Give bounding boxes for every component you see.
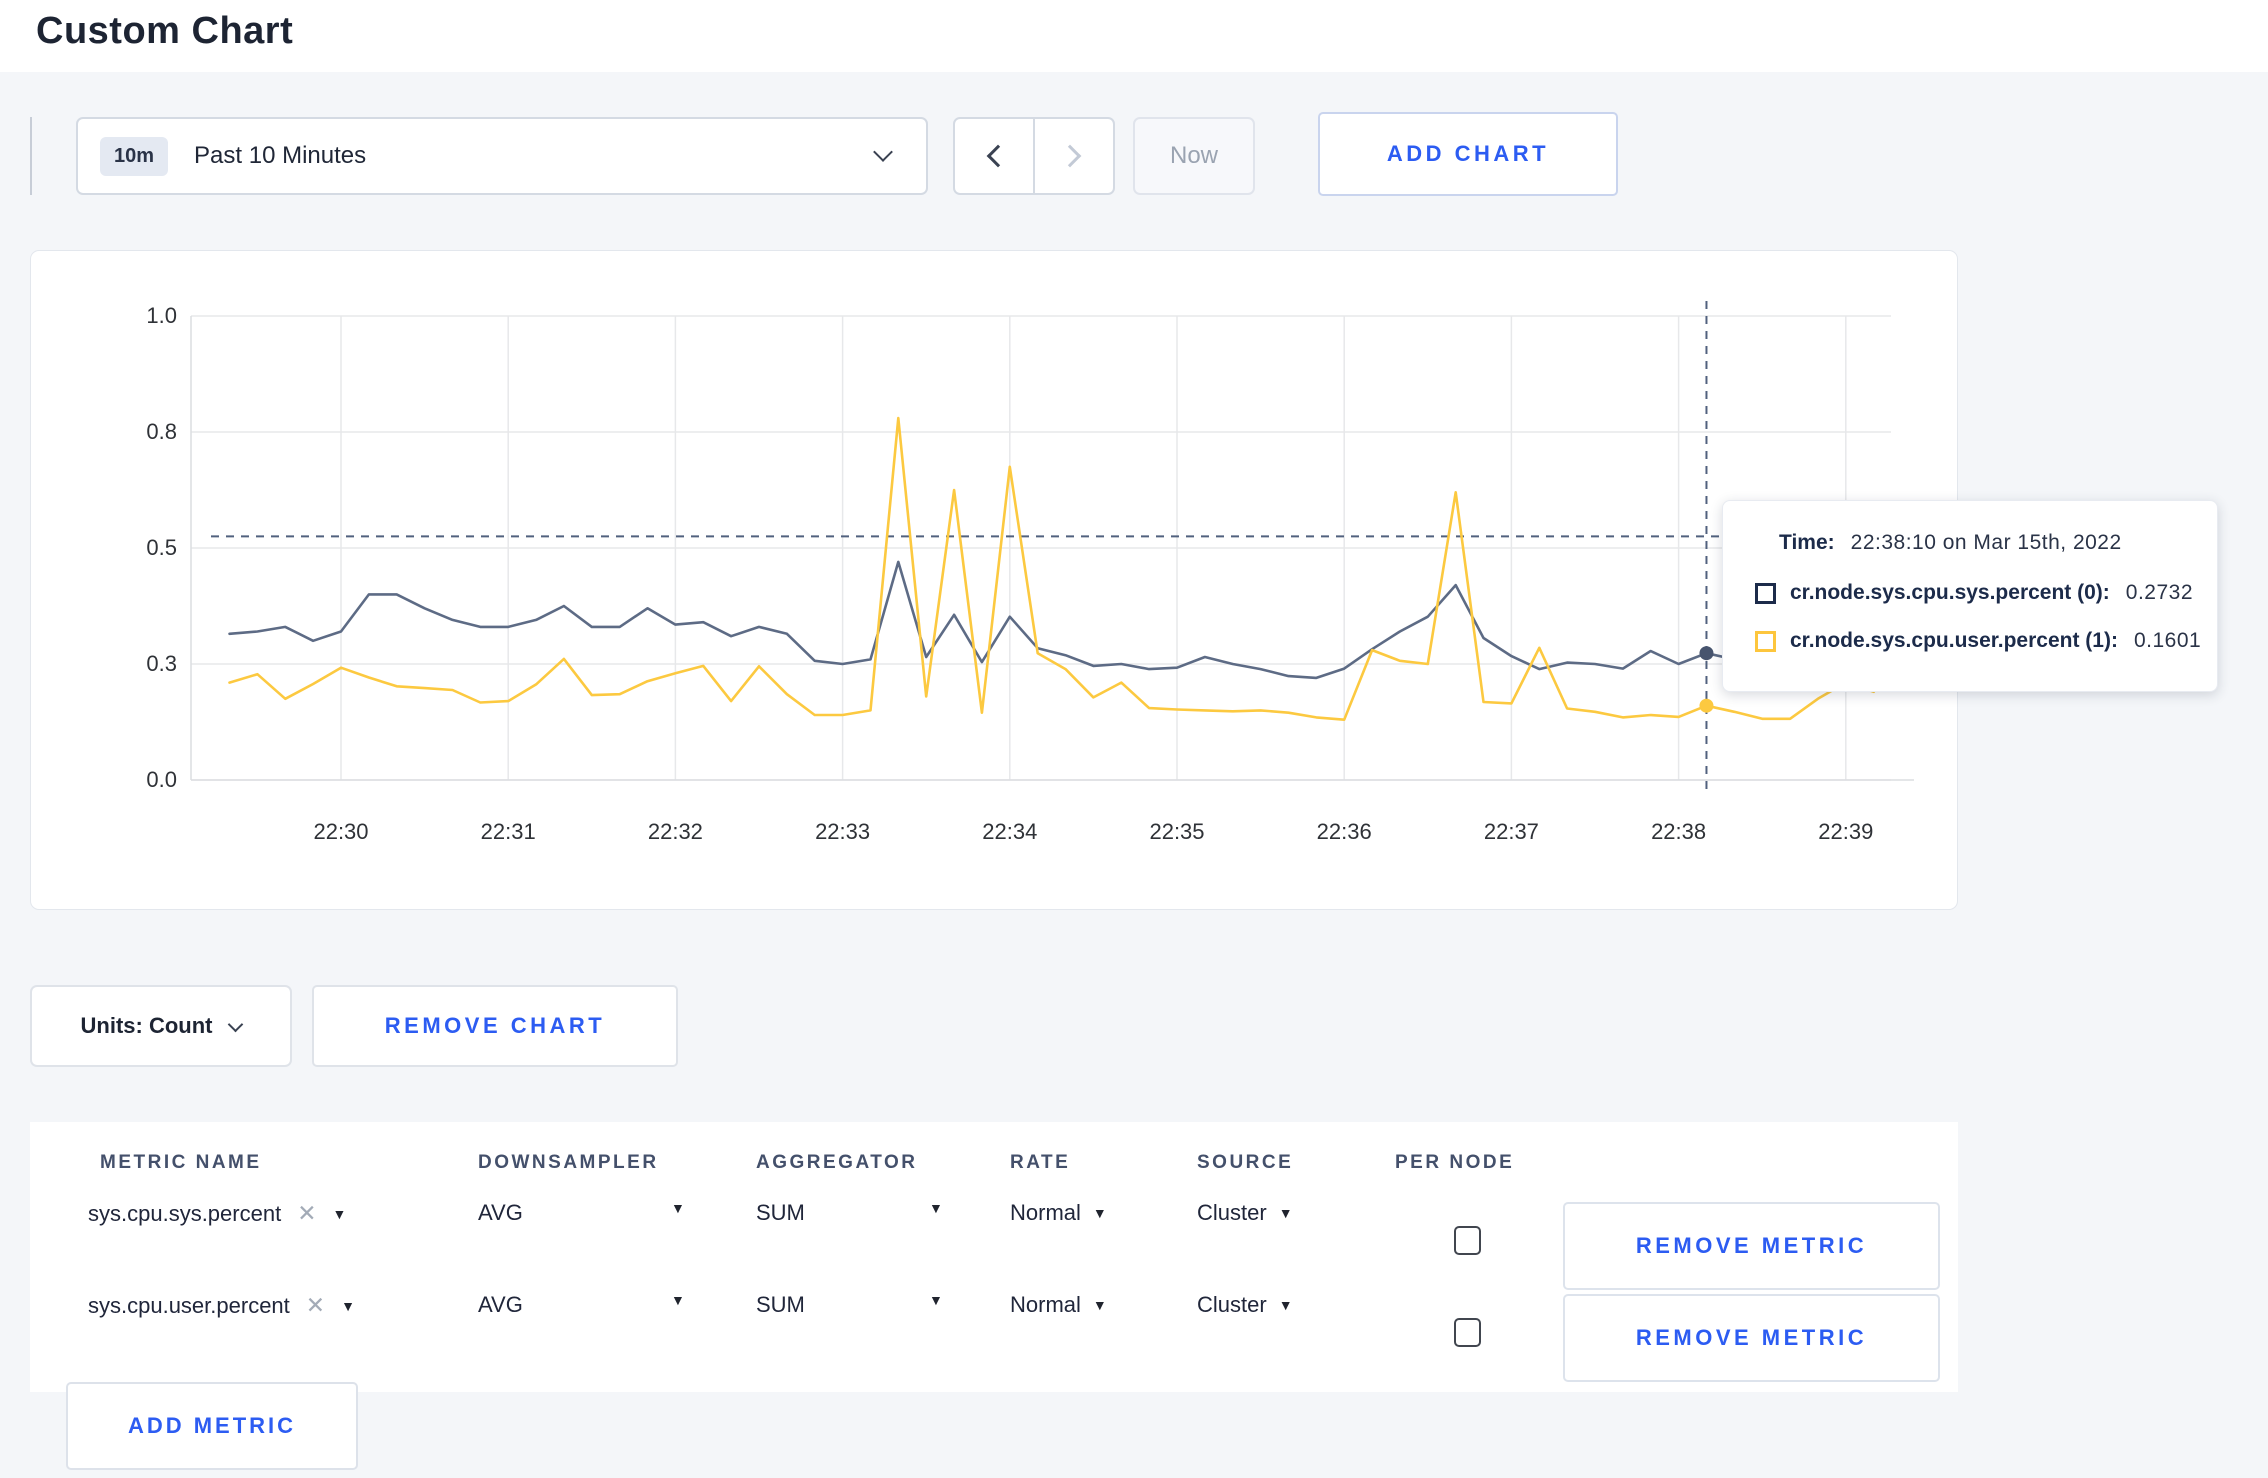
- prev-range-button[interactable]: [955, 119, 1033, 193]
- series-swatch-sys-icon: [1755, 582, 1776, 604]
- toolbar-divider: [30, 117, 32, 195]
- remove-chart-button[interactable]: REMOVE CHART: [312, 985, 678, 1067]
- crosshair-dot-sys: [1699, 646, 1714, 661]
- y-axis-tick-label: 0.5: [146, 535, 177, 560]
- dropdown-caret-icon: ▼: [1092, 1205, 1107, 1221]
- remove-metric-button[interactable]: REMOVE METRIC: [1563, 1294, 1940, 1382]
- x-axis-tick-label: 22:39: [1818, 819, 1873, 844]
- aggregator-caret-icon[interactable]: ▼: [929, 1292, 943, 1308]
- downsampler-caret-icon[interactable]: ▼: [671, 1292, 685, 1308]
- metric-name-value: sys.cpu.sys.percent: [88, 1200, 282, 1226]
- y-axis-tick-label: 0.3: [146, 651, 177, 676]
- y-axis-tick-label: 0.8: [146, 419, 177, 444]
- metrics-table: METRIC NAME DOWNSAMPLER AGGREGATOR RATE …: [30, 1122, 1958, 1392]
- x-axis-tick-label: 22:35: [1149, 819, 1204, 844]
- x-axis-tick-label: 22:30: [313, 819, 368, 844]
- series-swatch-user-icon: [1755, 630, 1776, 652]
- x-axis-tick-label: 22:34: [982, 819, 1037, 844]
- per-node-checkbox[interactable]: [1454, 1226, 1481, 1255]
- downsampler-caret-icon[interactable]: ▼: [671, 1200, 685, 1216]
- tooltip-time-value: 22:38:10 on Mar 15th, 2022: [1850, 531, 2122, 554]
- add-chart-button[interactable]: ADD CHART: [1318, 112, 1618, 196]
- tooltip-series-user-label: cr.node.sys.cpu.user.percent (1):: [1790, 629, 2118, 652]
- chevron-down-icon: [873, 142, 893, 162]
- rate-dropdown[interactable]: Normal ▼: [1010, 1292, 1107, 1318]
- aggregator-value[interactable]: SUM: [756, 1292, 805, 1318]
- col-header-source: SOURCE: [1197, 1152, 1294, 1173]
- chevron-down-icon: [228, 1016, 244, 1032]
- x-axis-tick-label: 22:37: [1484, 819, 1539, 844]
- series-line-user: [228, 416, 1875, 722]
- tooltip-time-label: Time:: [1779, 531, 1835, 554]
- remove-metric-button[interactable]: REMOVE METRIC: [1563, 1202, 1940, 1290]
- add-metric-button[interactable]: ADD METRIC: [66, 1382, 358, 1470]
- downsampler-value[interactable]: AVG: [478, 1200, 523, 1226]
- col-header-per-node: PER NODE: [1395, 1152, 1515, 1173]
- tooltip-series-sys-value: 0.2732: [2125, 581, 2194, 604]
- x-axis-tick-label: 22:38: [1651, 819, 1706, 844]
- metrics-line-chart[interactable]: 22:30 22:31 22:32 22:33 22:34 22:35 22:36 22:37…: [31, 251, 1959, 911]
- source-value: Cluster: [1197, 1292, 1267, 1317]
- header-strip: [0, 0, 2268, 72]
- now-button[interactable]: Now: [1133, 117, 1255, 195]
- chart-card: 22:30 22:31 22:32 22:33 22:34 22:35 22:36 22:37…: [30, 250, 1958, 910]
- dropdown-caret-icon: ▼: [1278, 1205, 1293, 1221]
- page-title: Custom Chart: [36, 10, 294, 52]
- metric-name-value: sys.cpu.user.percent: [88, 1292, 290, 1318]
- rate-value: Normal: [1010, 1200, 1081, 1225]
- rate-dropdown[interactable]: Normal ▼: [1010, 1200, 1107, 1226]
- source-value: Cluster: [1197, 1200, 1267, 1225]
- y-axis-tick-label: 0.0: [146, 767, 177, 792]
- col-header-aggregator: AGGREGATOR: [756, 1152, 918, 1173]
- dropdown-caret-icon[interactable]: ▼: [341, 1298, 355, 1314]
- table-row: sys.cpu.user.percent ✕ ▼ AVG ▼ SUM ▼ Nor…: [30, 1292, 1958, 1384]
- clear-metric-icon[interactable]: ✕: [297, 1200, 316, 1227]
- time-nav-group: [953, 117, 1115, 195]
- x-axis-tick-label: 22:32: [648, 819, 703, 844]
- chevron-right-icon: [1058, 144, 1082, 168]
- rate-value: Normal: [1010, 1292, 1081, 1317]
- chevron-left-icon: [986, 144, 1010, 168]
- col-header-downsampler: DOWNSAMPLER: [478, 1152, 659, 1173]
- dropdown-caret-icon[interactable]: ▼: [332, 1206, 346, 1222]
- table-row: sys.cpu.sys.percent ✕ ▼ AVG ▼ SUM ▼ Norm…: [30, 1200, 1958, 1292]
- source-dropdown[interactable]: Cluster ▼: [1197, 1200, 1293, 1226]
- downsampler-value[interactable]: AVG: [478, 1292, 523, 1318]
- crosshair-dot-user: [1699, 698, 1714, 713]
- col-header-rate: RATE: [1010, 1152, 1071, 1173]
- x-axis-tick-label: 22:36: [1317, 819, 1372, 844]
- aggregator-caret-icon[interactable]: ▼: [929, 1200, 943, 1216]
- dropdown-caret-icon: ▼: [1278, 1297, 1293, 1313]
- x-axis-tick-label: 22:31: [481, 819, 536, 844]
- time-range-label: Past 10 Minutes: [194, 142, 367, 169]
- metric-name-dropdown[interactable]: sys.cpu.user.percent ✕ ▼: [88, 1292, 355, 1319]
- aggregator-value[interactable]: SUM: [756, 1200, 805, 1226]
- tooltip-series-sys-label: cr.node.sys.cpu.sys.percent (0):: [1790, 581, 2110, 604]
- time-range-badge: 10m: [100, 136, 169, 176]
- chart-tooltip: Time: 22:38:10 on Mar 15th, 2022 cr.node…: [1722, 500, 2218, 692]
- col-header-metric-name: METRIC NAME: [100, 1152, 262, 1173]
- source-dropdown[interactable]: Cluster ▼: [1197, 1292, 1293, 1318]
- metric-name-dropdown[interactable]: sys.cpu.sys.percent ✕ ▼: [88, 1200, 346, 1227]
- units-select[interactable]: Units: Count: [30, 985, 292, 1067]
- dropdown-caret-icon: ▼: [1092, 1297, 1107, 1313]
- y-axis-tick-label: 1.0: [146, 303, 177, 328]
- clear-metric-icon[interactable]: ✕: [306, 1292, 325, 1319]
- next-range-button[interactable]: [1033, 119, 1113, 193]
- tooltip-series-user-value: 0.1601: [2133, 629, 2202, 652]
- per-node-checkbox[interactable]: [1454, 1318, 1481, 1347]
- time-range-select[interactable]: 10m Past 10 Minutes: [76, 117, 928, 195]
- x-axis-tick-label: 22:33: [815, 819, 870, 844]
- units-label: Units: Count: [80, 1013, 213, 1038]
